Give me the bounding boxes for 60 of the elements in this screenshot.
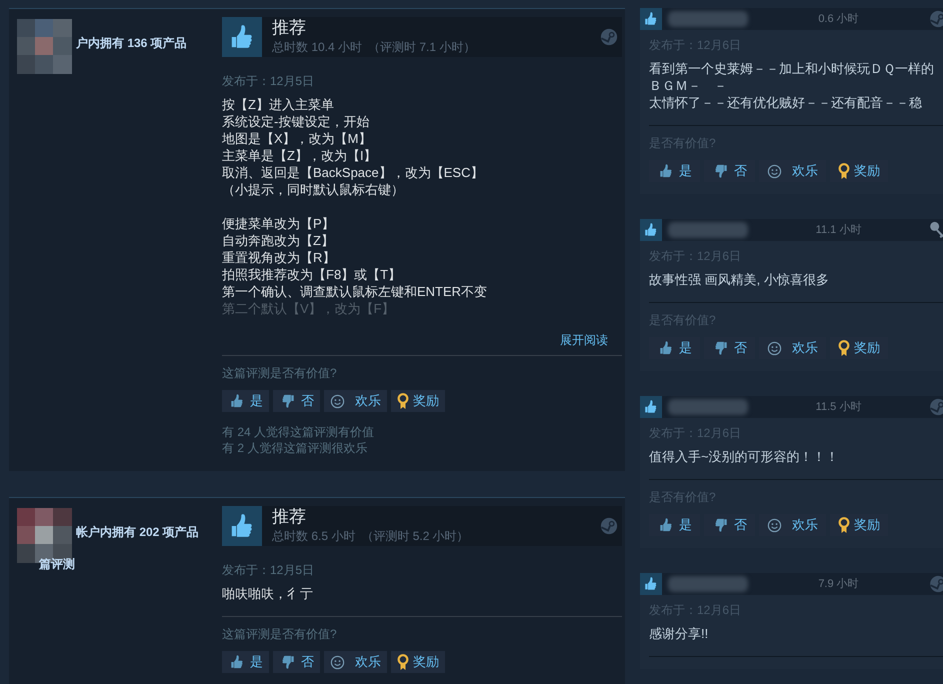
review-text: 主菜单是【Z】，改为【I】	[222, 147, 378, 164]
play-hours: 11.5 小时	[816, 400, 862, 415]
review-hours: （评测时 5.2 小时）	[361, 528, 469, 545]
review-text: 自动奔跑改为【Z】	[222, 232, 335, 249]
yes-button[interactable]: 是	[222, 651, 269, 673]
review-text: 故事性强 画风精美, 小惊喜很多	[649, 271, 830, 288]
no-button[interactable]: 否	[273, 390, 320, 412]
posted-date: 发布于：12月5日	[222, 73, 316, 90]
play-hours: 7.9 小时	[818, 576, 859, 592]
review-text: 啪呋啪呋，彳亍	[222, 585, 314, 602]
posted-date: 发布于：12月5日	[222, 562, 316, 579]
smiley-icon	[767, 518, 782, 532]
award-icon	[838, 340, 850, 356]
review-hours: （评测时 7.1 小时）	[368, 39, 476, 56]
review-text: 拍照我推荐改为【F8】或【T】	[222, 266, 402, 283]
recommendation-label: 推荐	[272, 18, 307, 38]
yes-button[interactable]: 是	[222, 390, 269, 412]
review-text: 取消、返回是【BackSpace】，改为【ESC】	[222, 164, 484, 181]
smiley-icon	[330, 654, 345, 670]
review-text: 感谢分享!!	[649, 625, 710, 642]
product-count: 帐户内拥有 202 项产品	[76, 524, 199, 541]
review-text: 太情怀了－－还有优化贼好－－还有配音－－稳	[649, 94, 923, 111]
award-icon	[397, 392, 409, 410]
total-hours: 总时数 6.5 小时	[272, 528, 356, 545]
award-button[interactable]: 奖励	[391, 390, 445, 412]
review-text: 看到第一个史莱姆－－加上和小时候玩ＤＱ一样的ＢＧＭ－ －	[649, 60, 934, 94]
award-icon	[838, 516, 850, 534]
thumbs-up-icon	[640, 396, 662, 418]
helpful-question: 这篇评测是否有价值?	[222, 626, 338, 643]
review-text: 重置视角改为【R】	[222, 249, 336, 266]
review-text: （小提示，同时默认鼠标右键）	[222, 181, 405, 198]
helpful-stat: 有 24 人觉得这篇评测有价值	[222, 424, 376, 440]
award-icon	[397, 654, 409, 670]
product-count: 户内拥有 136 项产品	[76, 35, 187, 52]
read-more-link[interactable]: 展开阅读	[560, 331, 608, 349]
no-button[interactable]: 否	[273, 651, 320, 673]
review-text: 地图是【X】，改为【M】	[222, 130, 372, 147]
recommendation-label: 推荐	[272, 507, 307, 527]
thumbs-up-icon	[640, 8, 662, 30]
review-text: 第一个确认、调查默认鼠标左键和ENTER不变	[222, 283, 488, 300]
review-text: 第二个默认【V】，改为【F】	[222, 300, 396, 317]
helpful-question: 这篇评测是否有价值?	[222, 365, 338, 382]
review-count: 篇评测	[38, 556, 76, 573]
funny-button[interactable]: 欢乐	[324, 651, 387, 673]
thumbs-up-icon	[640, 573, 662, 595]
review-text: 按【Z】进入主菜单	[222, 96, 335, 113]
play-hours: 11.1 小时	[816, 222, 862, 238]
award-button[interactable]: 奖励	[391, 651, 445, 673]
review-text: 系统设定-按键设定，开始	[222, 113, 370, 130]
thumbs-up-icon	[640, 219, 662, 241]
smiley-icon	[767, 340, 782, 356]
helpful-stat: 有 2 人觉得这篇评测很欢乐	[222, 440, 368, 456]
review-text: 便捷菜单改为【P】	[222, 215, 336, 232]
smiley-icon	[767, 164, 782, 178]
award-icon	[838, 162, 850, 180]
play-hours: 0.6 小时	[818, 12, 859, 27]
review-text: 值得入手~没别的可形容的！！！	[649, 448, 840, 465]
total-hours: 总时数 10.4 小时	[272, 39, 362, 56]
smiley-icon	[330, 394, 345, 408]
funny-button[interactable]: 欢乐	[324, 390, 387, 412]
